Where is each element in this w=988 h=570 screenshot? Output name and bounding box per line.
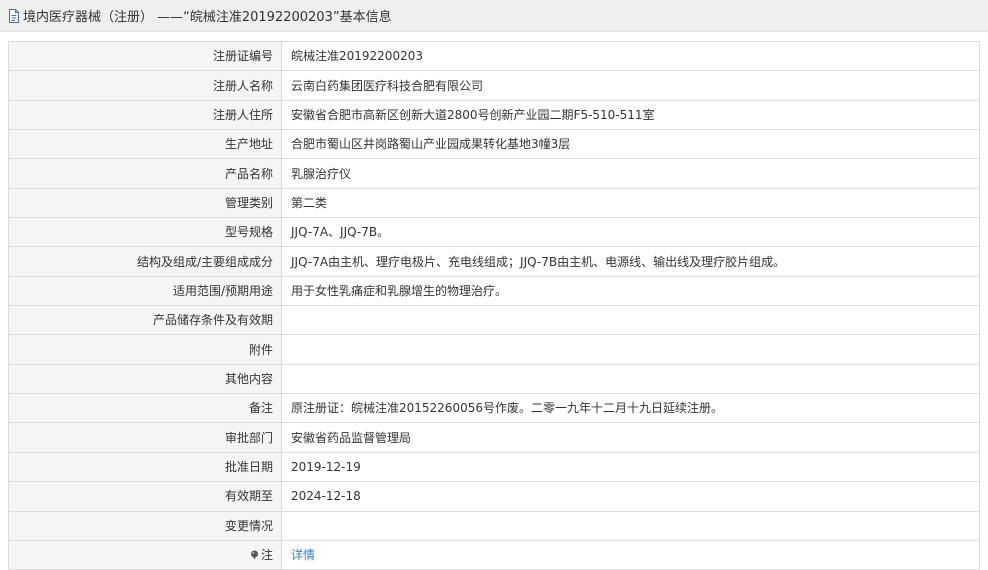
note-label-cell: 注 xyxy=(8,539,282,570)
field-value xyxy=(281,510,980,541)
field-label: 产品储存条件及有效期 xyxy=(8,305,282,336)
table-row: 注册人名称 云南白药集团医疗科技合肥有限公司 xyxy=(8,70,980,101)
field-value xyxy=(281,363,980,395)
table-row: 备注 原注册证：皖械注准20152260056号作废。二零一九年十二月十九日延续注… xyxy=(8,393,980,424)
field-value: 原注册证：皖械注准20152260056号作废。二零一九年十二月十九日延续注册。 xyxy=(281,393,980,424)
table-row: 生产地址 合肥市蜀山区井岗路蜀山产业园成果转化基地3幢3层 xyxy=(8,129,980,160)
note-label: 注 xyxy=(260,548,273,563)
table-row: 附件 xyxy=(8,334,980,365)
table-row: 批准日期 2019-12-19 xyxy=(8,451,980,483)
field-label: 附件 xyxy=(8,334,282,365)
note-value-cell: 详情 xyxy=(281,539,980,570)
field-value: 安徽省合肥市高新区创新大道2800号创新产业园二期F5-510-511室 xyxy=(281,99,980,131)
table-row: 产品名称 乳腺治疗仪 xyxy=(8,158,980,189)
table-row: 适用范围/预期用途 用于女性乳痛症和乳腺增生的物理治疗。 xyxy=(8,275,980,307)
field-value: 云南白药集团医疗科技合肥有限公司 xyxy=(281,70,980,101)
info-table: 注册证编号 皖械注准20192200203 注册人名称 云南白药集团医疗科技合肥有限公… xyxy=(8,40,980,570)
field-label: 管理类别 xyxy=(8,187,282,219)
note-row: 注 详情 xyxy=(8,539,980,570)
table-row: 型号规格 JJQ-7A、JJQ-7B。 xyxy=(8,217,980,248)
field-label: 注册人住所 xyxy=(8,99,282,131)
field-value xyxy=(281,305,980,336)
pin-icon xyxy=(250,549,259,560)
field-value: 第二类 xyxy=(281,187,980,219)
table-row: 产品储存条件及有效期 xyxy=(8,305,980,336)
field-value: 合肥市蜀山区井岗路蜀山产业园成果转化基地3幢3层 xyxy=(281,129,980,160)
table-row: 其他内容 xyxy=(8,363,980,395)
field-value: 乳腺治疗仪 xyxy=(281,158,980,189)
table-row: 管理类别 第二类 xyxy=(8,187,980,219)
table-row: 审批部门 安徽省药品监督管理局 xyxy=(8,422,980,453)
table-row: 结构及组成/主要组成成分 JJQ-7A由主机、理疗电极片、充电线组成；JJQ-7B… xyxy=(8,246,980,277)
field-value xyxy=(281,334,980,365)
field-label: 其他内容 xyxy=(8,363,282,395)
field-label: 型号规格 xyxy=(8,217,282,248)
field-label: 有效期至 xyxy=(8,481,282,512)
field-label: 注册人名称 xyxy=(8,70,282,101)
field-value: 皖械注准20192200203 xyxy=(281,40,980,72)
page-title: 境内医疗器械（注册） ——“皖械注准20192200203”基本信息 xyxy=(23,10,392,25)
table-row: 变更情况 xyxy=(8,510,980,541)
table-row: 注册人住所 安徽省合肥市高新区创新大道2800号创新产业园二期F5-510-511… xyxy=(8,99,980,131)
detail-link[interactable]: 详情 xyxy=(291,548,315,562)
field-value: 2024-12-18 xyxy=(281,481,980,512)
field-label: 变更情况 xyxy=(8,510,282,541)
table-row: 有效期至 2024-12-18 xyxy=(8,481,980,512)
document-icon xyxy=(8,8,20,23)
field-value: 用于女性乳痛症和乳腺增生的物理治疗。 xyxy=(281,275,980,307)
field-label: 审批部门 xyxy=(8,422,282,453)
field-value: 2019-12-19 xyxy=(281,451,980,483)
page-header: 境内医疗器械（注册） ——“皖械注准20192200203”基本信息 xyxy=(0,0,988,32)
field-label: 产品名称 xyxy=(8,158,282,189)
field-label: 结构及组成/主要组成成分 xyxy=(8,246,282,277)
field-label: 批准日期 xyxy=(8,451,282,483)
field-value: JJQ-7A由主机、理疗电极片、充电线组成；JJQ-7B由主机、电源线、输出线及… xyxy=(281,246,980,277)
field-label: 注册证编号 xyxy=(8,40,282,72)
field-value: 安徽省药品监督管理局 xyxy=(281,422,980,453)
field-value: JJQ-7A、JJQ-7B。 xyxy=(281,217,980,248)
table-row: 注册证编号 皖械注准20192200203 xyxy=(8,40,980,72)
field-label: 生产地址 xyxy=(8,129,282,160)
info-table-container: 注册证编号 皖械注准20192200203 注册人名称 云南白药集团医疗科技合肥有限公… xyxy=(8,40,980,570)
field-label: 备注 xyxy=(8,393,282,424)
field-label: 适用范围/预期用途 xyxy=(8,275,282,307)
